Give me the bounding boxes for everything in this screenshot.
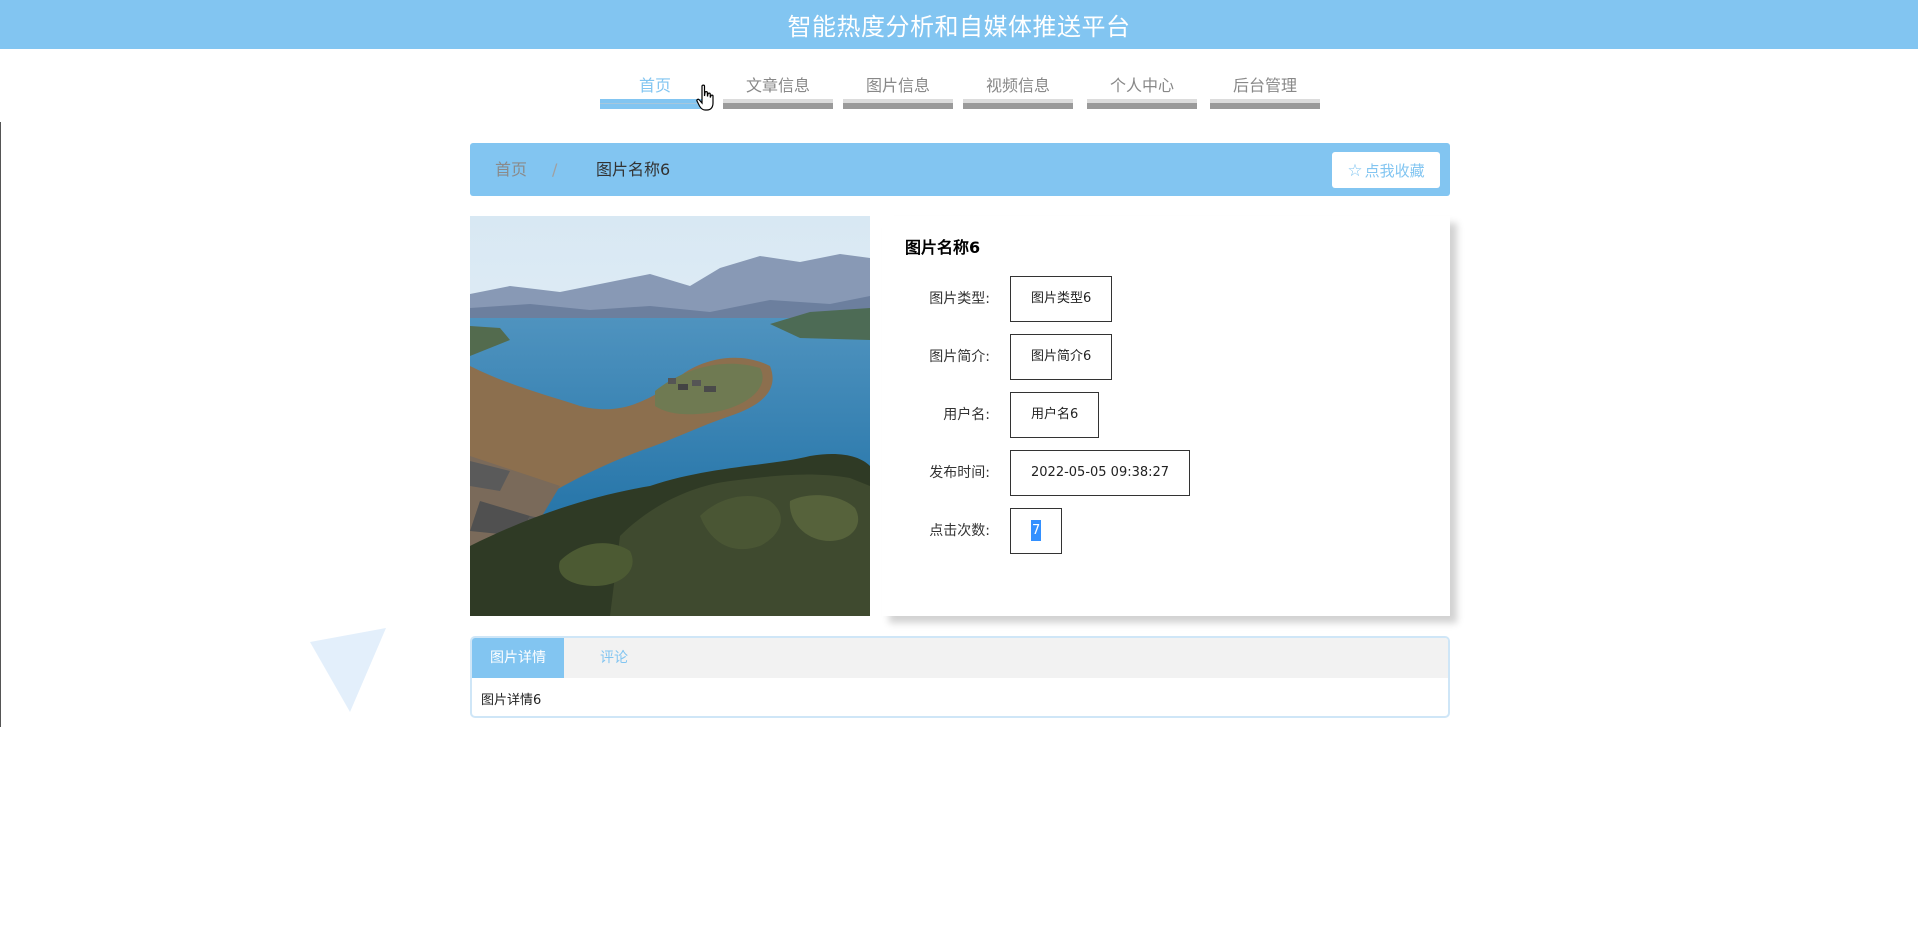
field-label: 点击次数: <box>929 523 990 539</box>
nav-item-underline <box>963 99 1073 109</box>
nav-item-underline <box>723 99 833 109</box>
nav-item-underline <box>843 99 953 109</box>
favorite-button[interactable]: ☆ 点我收藏 <box>1332 152 1440 188</box>
detail-tabs: 图片详情 评论 图片详情6 <box>470 636 1450 718</box>
nav-item-label: 文章信息 <box>745 76 810 95</box>
nav-item-admin[interactable]: 后台管理 <box>1210 64 1320 114</box>
field-value-type: 图片类型6 <box>1010 276 1113 322</box>
nav-item-articles[interactable]: 文章信息 <box>723 64 833 114</box>
favorite-button-label: 点我收藏 <box>1364 162 1425 180</box>
breadcrumb: 首页 / 图片名称6 ☆ 点我收藏 <box>470 143 1450 196</box>
nav-item-videos[interactable]: 视频信息 <box>963 64 1073 114</box>
breadcrumb-separator: / <box>552 160 558 179</box>
nav-item-label: 后台管理 <box>1232 76 1297 95</box>
left-edge-divider <box>0 122 1 727</box>
field-value-publish-time: 2022-05-05 09:38:27 <box>1010 450 1191 496</box>
nav-item-home[interactable]: 首页 <box>600 64 710 114</box>
nav-item-profile[interactable]: 个人中心 <box>1087 64 1197 114</box>
field-label: 图片简介: <box>929 349 990 365</box>
tabs-header: 图片详情 评论 <box>472 638 1448 678</box>
picture-info-panel: 图片名称6 图片类型: 图片类型6 图片简介: 图片简介6 用户名: 用户名6 … <box>882 216 1450 616</box>
tab-comments[interactable]: 评论 <box>564 638 664 678</box>
star-outline-icon: ☆ <box>1347 160 1363 180</box>
hand-cursor-icon <box>696 84 714 111</box>
picture-image <box>470 216 870 616</box>
nav-item-images[interactable]: 图片信息 <box>843 64 953 114</box>
breadcrumb-current: 图片名称6 <box>596 160 671 179</box>
tab-content: 图片详情6 <box>481 693 542 708</box>
nav-item-underline <box>600 99 710 109</box>
field-label: 发布时间: <box>929 465 990 481</box>
nav-item-underline <box>1087 99 1197 109</box>
field-value-username: 用户名6 <box>1010 392 1100 438</box>
nav-item-label: 图片信息 <box>865 76 930 95</box>
field-value-summary: 图片简介6 <box>1010 334 1113 380</box>
top-header: 智能热度分析和自媒体推送平台 <box>0 0 1918 49</box>
site-title: 智能热度分析和自媒体推送平台 <box>787 13 1131 41</box>
nav-item-underline <box>1210 99 1320 109</box>
selected-click-count-text: 7 <box>1031 520 1042 541</box>
nav-item-label: 个人中心 <box>1109 76 1174 95</box>
field-label: 用户名: <box>943 407 990 423</box>
field-value-click-count: 7 <box>1010 508 1063 554</box>
field-label: 图片类型: <box>929 291 990 307</box>
picture-title: 图片名称6 <box>905 238 981 257</box>
nav-item-label: 首页 <box>638 76 671 95</box>
nav-item-label: 视频信息 <box>985 76 1050 95</box>
breadcrumb-home-link[interactable]: 首页 <box>495 143 527 196</box>
tab-picture-details[interactable]: 图片详情 <box>472 638 564 678</box>
decorative-triangle-icon <box>310 628 386 712</box>
